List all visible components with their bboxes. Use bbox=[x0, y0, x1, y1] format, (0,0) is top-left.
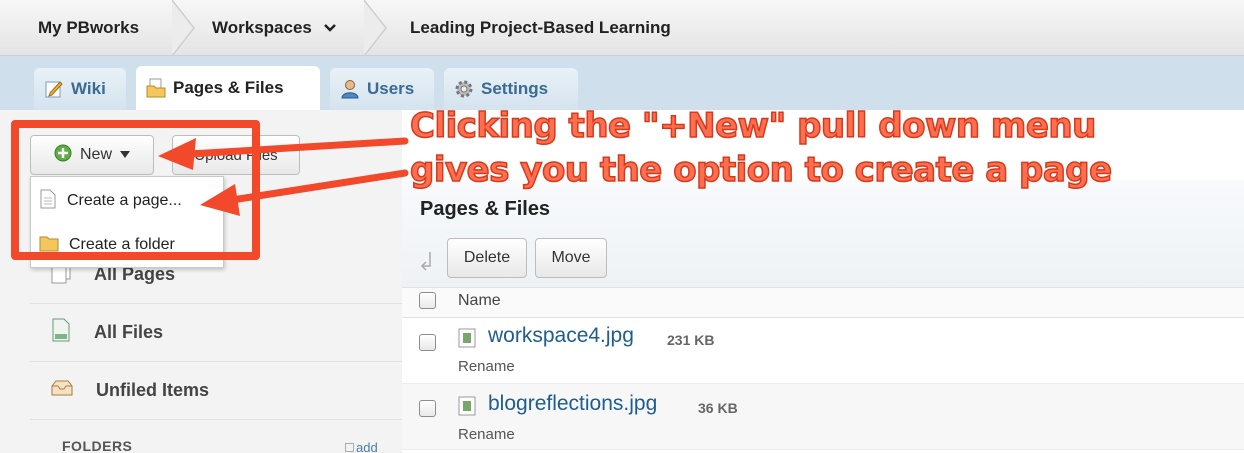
tab-settings[interactable]: Settings bbox=[444, 68, 578, 110]
select-all-checkbox[interactable] bbox=[419, 292, 436, 309]
rename-link[interactable]: Rename bbox=[458, 358, 515, 375]
delete-button-label: Delete bbox=[463, 249, 511, 266]
row-checkbox[interactable] bbox=[419, 334, 436, 351]
workspaces-label[interactable]: Workspaces bbox=[212, 18, 312, 37]
folder-page-icon bbox=[146, 78, 166, 98]
page-title: Pages & Files bbox=[420, 198, 551, 220]
folders-header: FOLDERS bbox=[62, 438, 133, 453]
move-button-label: Move bbox=[551, 249, 591, 266]
sidebar-item-label: All Files bbox=[94, 322, 164, 342]
row-checkbox[interactable] bbox=[419, 400, 436, 417]
move-button[interactable]: Move bbox=[535, 238, 607, 278]
tab-label: Users bbox=[367, 79, 415, 98]
select-arrow-icon bbox=[420, 250, 434, 277]
column-header bbox=[402, 288, 1244, 318]
image-file-icon bbox=[458, 328, 476, 353]
tab-bar: Wiki Pages & Files Users Settings bbox=[0, 56, 1244, 110]
pencil-icon bbox=[44, 79, 64, 99]
delete-button[interactable]: Delete bbox=[447, 238, 527, 278]
file-name-link[interactable]: workspace4.jpg bbox=[488, 324, 634, 348]
breadcrumb-workspaces[interactable]: Workspaces bbox=[212, 0, 337, 56]
add-folder-link[interactable]: add bbox=[345, 440, 378, 453]
add-icon bbox=[345, 443, 354, 452]
breadcrumb-separator-icon bbox=[172, 0, 196, 56]
column-name-header[interactable]: Name bbox=[458, 292, 501, 310]
tab-label: Wiki bbox=[71, 79, 106, 98]
annotation-line-1: Clicking the "+New" pull down menu bbox=[409, 105, 1097, 147]
gear-icon bbox=[454, 79, 474, 99]
file-size: 231 KB bbox=[667, 332, 715, 348]
file-size: 36 KB bbox=[698, 400, 738, 416]
annotation-highlight-box bbox=[11, 120, 260, 260]
breadcrumb: My PBworks Workspaces Leading Project-Ba… bbox=[0, 0, 1244, 56]
rename-link[interactable]: Rename bbox=[458, 426, 515, 443]
sidebar-item-label: Unfiled Items bbox=[96, 380, 210, 400]
sidebar-item-all-files[interactable]: All Files bbox=[30, 304, 402, 362]
tab-users[interactable]: Users bbox=[330, 68, 434, 110]
tab-label: Pages & Files bbox=[173, 78, 284, 97]
annotation-line-2: gives you the option to create a page bbox=[409, 149, 1113, 191]
chevron-down-icon[interactable] bbox=[323, 0, 337, 56]
image-file-icon bbox=[458, 396, 476, 421]
file-icon bbox=[50, 318, 72, 347]
file-name-link[interactable]: blogreflections.jpg bbox=[488, 392, 657, 416]
sidebar-item-unfiled-items[interactable]: Unfiled Items bbox=[30, 362, 402, 420]
breadcrumb-home[interactable]: My PBworks bbox=[38, 0, 139, 56]
breadcrumb-workspace-name[interactable]: Leading Project-Based Learning bbox=[410, 0, 671, 56]
tab-label: Settings bbox=[481, 79, 549, 98]
main-header bbox=[402, 180, 1244, 288]
user-icon bbox=[340, 79, 360, 99]
tab-wiki[interactable]: Wiki bbox=[34, 68, 126, 110]
breadcrumb-separator-icon bbox=[364, 0, 388, 56]
inbox-icon bbox=[50, 378, 74, 403]
add-label[interactable]: add bbox=[356, 440, 378, 453]
tab-pages-files[interactable]: Pages & Files bbox=[136, 66, 320, 110]
